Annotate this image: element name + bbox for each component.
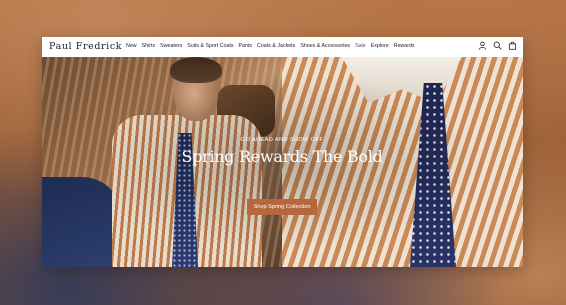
account-icon[interactable] (478, 41, 487, 50)
nav-item-rewards[interactable]: Rewards (394, 43, 415, 49)
nav-item-sale[interactable]: Sale (355, 43, 366, 49)
nav-icon-group (478, 41, 517, 50)
nav-item-pants[interactable]: Pants (238, 43, 252, 49)
nav-item-coats-jackets[interactable]: Coats & Jackets (257, 43, 295, 49)
bag-icon[interactable] (508, 41, 517, 50)
hero-headline: Spring Rewards The Bold (181, 147, 383, 166)
nav-item-shoes-accessories[interactable]: Shoes & Accessories (300, 43, 350, 49)
hero-eyebrow: GO AHEAD AND SHOW OFF (240, 137, 324, 143)
nav-item-new[interactable]: New (126, 43, 137, 49)
search-icon[interactable] (493, 41, 502, 50)
nav-item-shirts[interactable]: Shirts (142, 43, 156, 49)
main-menu: New Shirts Sweaters Suits & Sport Coats … (126, 43, 415, 49)
brand-logo[interactable]: Paul Fredrick (49, 41, 122, 52)
top-nav-bar: Paul Fredrick New Shirts Sweaters Suits … (42, 37, 523, 57)
shop-spring-collection-button[interactable]: Shop Spring Collection (247, 199, 317, 215)
website-window: Paul Fredrick New Shirts Sweaters Suits … (42, 37, 523, 267)
nav-item-sweaters[interactable]: Sweaters (160, 43, 182, 49)
nav-item-explore[interactable]: Explore (371, 43, 389, 49)
nav-item-suits-sport-coats[interactable]: Suits & Sport Coats (187, 43, 233, 49)
hero-banner: GO AHEAD AND SHOW OFF Spring Rewards The… (42, 57, 523, 267)
